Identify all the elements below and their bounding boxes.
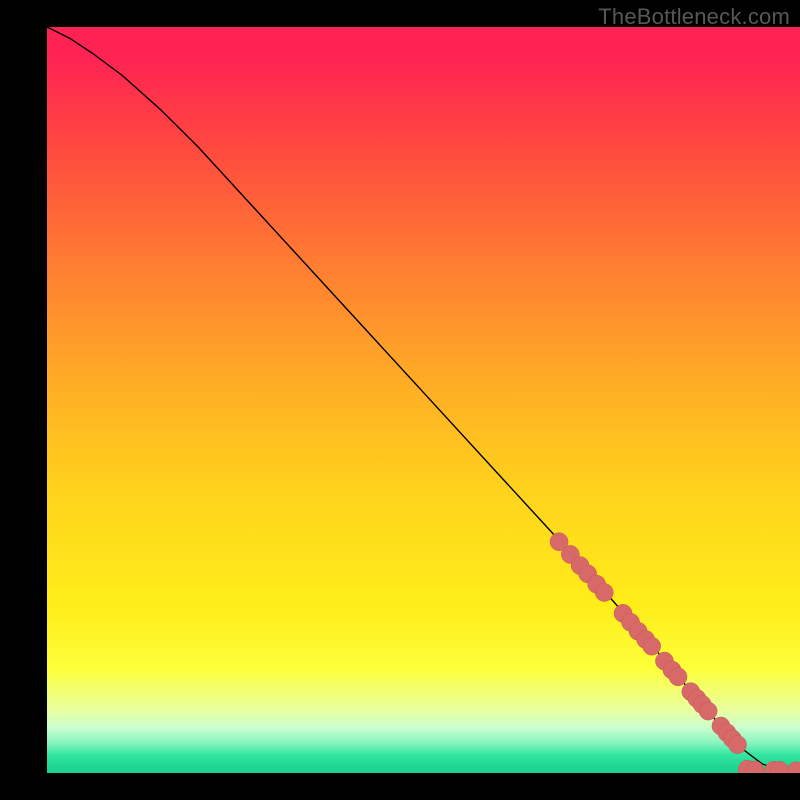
marker-dot xyxy=(699,702,717,720)
marker-dot xyxy=(595,583,613,601)
marker-dot xyxy=(669,668,687,686)
curve-line xyxy=(47,27,800,771)
marker-dot xyxy=(729,736,747,754)
chart-frame: TheBottleneck.com xyxy=(0,0,800,800)
marker-dot xyxy=(787,762,800,773)
plot-area xyxy=(47,27,800,773)
marker-dots xyxy=(550,533,800,773)
watermark-text: TheBottleneck.com xyxy=(598,4,790,30)
chart-svg xyxy=(47,27,800,773)
marker-dot xyxy=(643,637,661,655)
